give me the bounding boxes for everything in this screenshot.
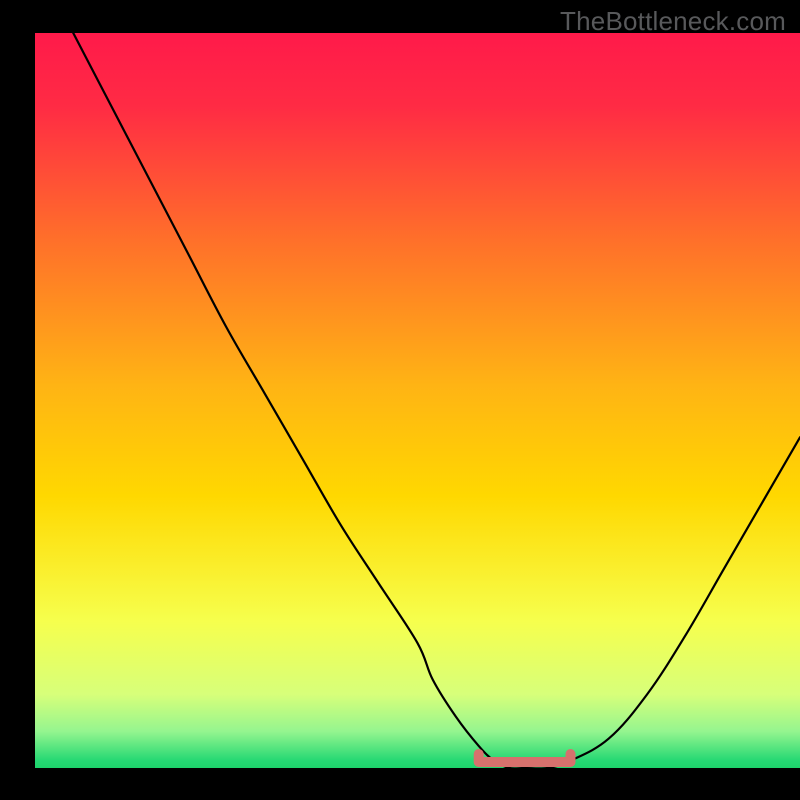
watermark-text: TheBottleneck.com <box>560 6 786 37</box>
chart-container: TheBottleneck.com <box>0 0 800 800</box>
bottleneck-chart <box>0 0 800 800</box>
plot-background <box>35 33 800 768</box>
